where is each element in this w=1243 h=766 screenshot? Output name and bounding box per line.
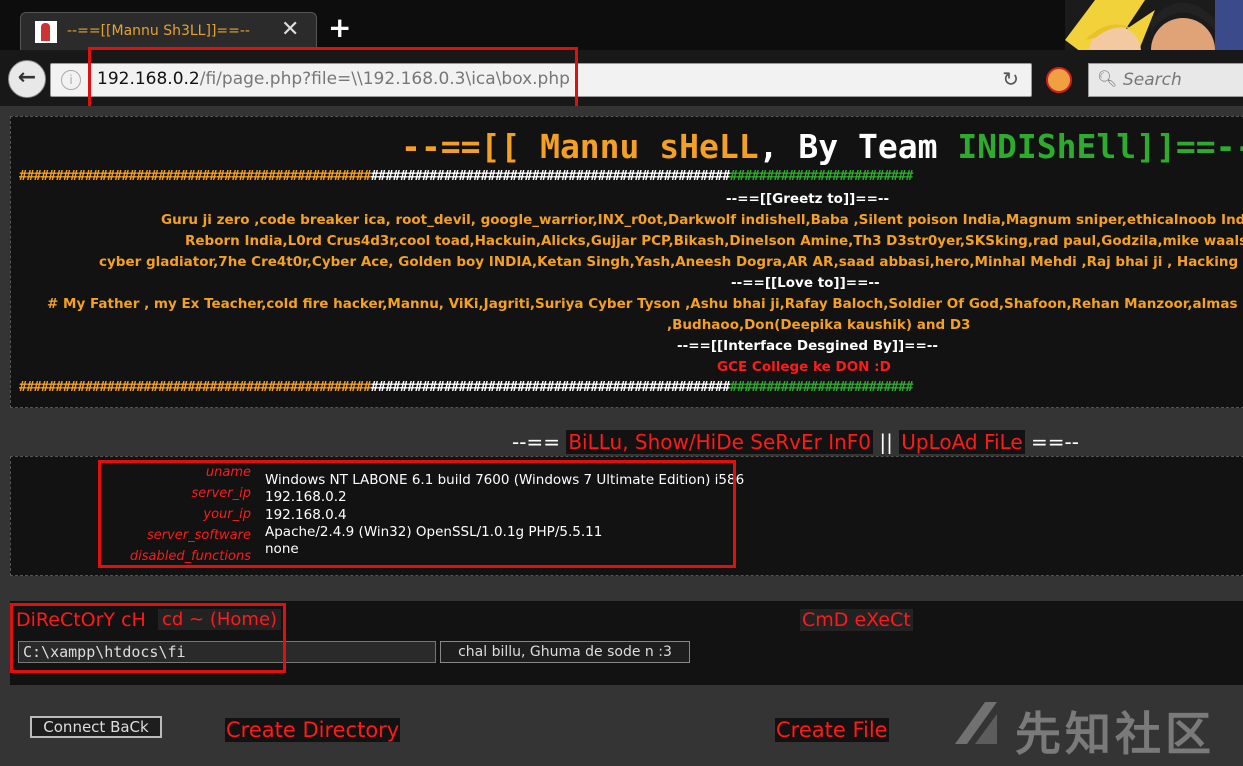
love-header: --==[[Love to]]==-- [731, 275, 880, 291]
info-icon[interactable]: i [61, 70, 81, 90]
new-tab-icon[interactable]: + [328, 14, 351, 42]
close-tab-icon[interactable]: ✕ [281, 17, 299, 43]
change-directory-button[interactable]: chal billu, Ghuma de sode n :3 [440, 641, 690, 663]
interface-header: --==[[Interface Desgined By]]==-- [677, 338, 938, 354]
watermark-text: 先知社区 [1015, 707, 1215, 761]
create-directory-link[interactable]: Create Directory [225, 718, 401, 742]
addon-blocker-icon[interactable] [1046, 67, 1072, 93]
back-button[interactable]: ← [8, 60, 46, 98]
tab-title: --==[[Mannu Sh3LL]]==-- [67, 23, 250, 39]
interface-credit: GCE College ke DON :D [717, 359, 891, 375]
love-line: # My Father , my Ex Teacher,cold fire ha… [47, 296, 1243, 312]
cmd-execute-title[interactable]: CmD eXeCt [800, 609, 913, 631]
reload-icon[interactable]: ↻ [1002, 67, 1019, 91]
create-file-link[interactable]: Create File [775, 718, 889, 742]
connect-back-button[interactable]: Connect BaCk [30, 716, 162, 738]
greetz-line: Guru ji zero ,code breaker ica, root_dev… [161, 212, 1243, 228]
hash-divider: ########################################… [19, 169, 913, 184]
search-input[interactable]: 🔍︎ Search [1088, 63, 1243, 97]
search-placeholder: Search [1123, 70, 1182, 90]
greetz-line: cyber gladiator,7he Cre4t0r,Cyber Ace, G… [99, 254, 1243, 270]
shell-title: --==[[ Mannu sHeLL, By Team INDIShEll]]=… [401, 127, 1243, 166]
browser-tab[interactable]: --==[[Mannu Sh3LL]]==-- ✕ [20, 12, 317, 51]
hash-divider: ########################################… [19, 380, 913, 395]
greetz-header: --==[[Greetz to]]==-- [726, 191, 890, 207]
upload-file-link[interactable]: UpLoAd FiLe [899, 430, 1025, 454]
love-line: ,Budhaoo,Don(Deepika kaushik) and D3 [667, 317, 971, 333]
directory-highlight-box [10, 603, 286, 673]
greetz-line: Reborn India,L0rd Crus4d3r,cool toad,Hac… [185, 233, 1243, 249]
shell-menu: --== BiLLu, Show/HiDe SeRvEr InF0 || UpL… [512, 430, 1079, 454]
server-info-highlight-box [98, 460, 736, 568]
show-hide-server-info-link[interactable]: BiLLu, Show/HiDe SeRvEr InF0 [566, 430, 874, 454]
shell-banner: --==[[ Mannu sHeLL, By Team INDIShEll]]=… [10, 116, 1243, 408]
watermark-logo-icon [955, 702, 997, 744]
watermark: 先知社区 [945, 694, 1235, 761]
favicon-icon [35, 21, 57, 43]
search-icon: 🔍︎ [1097, 69, 1118, 88]
tab-bar: --==[[Mannu Sh3LL]]==-- ✕ + [0, 0, 1243, 51]
